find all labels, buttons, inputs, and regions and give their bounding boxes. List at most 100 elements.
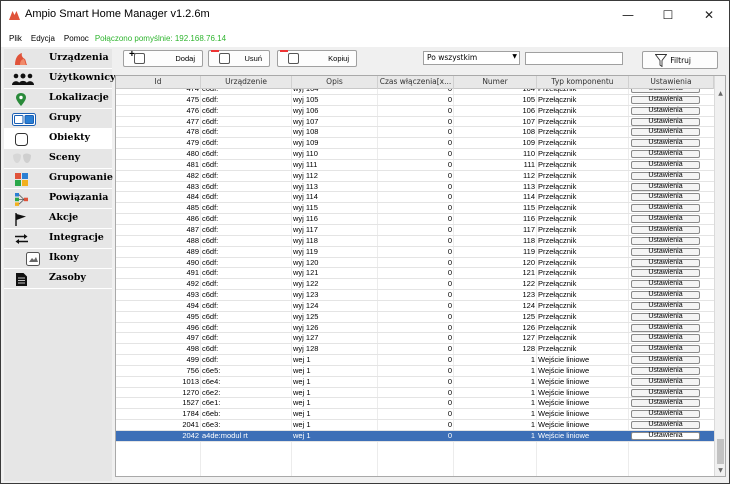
settings-button[interactable]: Ustawienia [631, 193, 700, 202]
settings-button[interactable]: Ustawienia [631, 421, 700, 430]
table-row[interactable]: 481 c6df: wyj 111 0 111 Przełącznik Ustawienia [116, 160, 714, 171]
settings-button[interactable]: Ustawienia [631, 95, 700, 104]
column-header-number[interactable]: Numer [454, 76, 537, 89]
close-button[interactable]: ✕ [694, 5, 724, 25]
column-header-device[interactable]: Urządzenie [201, 76, 292, 89]
table-row[interactable]: 496 c6df: wyj 126 0 126 Przełącznik Ustawienia [116, 323, 714, 334]
table-row[interactable]: 493 c6df: wyj 123 0 123 Przełącznik Ustawienia [116, 290, 714, 301]
table-row[interactable]: 1270 c6e2: wej 1 0 1 Wejście liniowe Ustawieni… [116, 388, 714, 399]
settings-button[interactable]: Ustawienia [631, 139, 700, 148]
settings-button[interactable]: Ustawienia [631, 150, 700, 159]
table-row[interactable]: 495 c6df: wyj 125 0 125 Przełącznik Ustawienia [116, 312, 714, 323]
menu-item-pomoc[interactable]: Pomoc [64, 34, 89, 43]
settings-button[interactable]: Ustawienia [631, 236, 700, 245]
settings-button[interactable]: Ustawienia [631, 128, 700, 137]
settings-button[interactable]: Ustawienia [631, 89, 700, 93]
settings-button[interactable]: Ustawienia [631, 247, 700, 256]
table-row[interactable]: 489 c6df: wyj 119 0 119 Przełącznik Ustawienia [116, 247, 714, 258]
table-row[interactable]: 490 c6df: wyj 120 0 120 Przełącznik Ustawienia [116, 258, 714, 269]
settings-button[interactable]: Ustawienia [631, 432, 700, 440]
table-row[interactable]: 498 c6df: wyj 128 0 128 Przełącznik Ustawienia [116, 344, 714, 356]
filter-input[interactable] [525, 52, 623, 65]
settings-button[interactable]: Ustawienia [631, 366, 700, 375]
sidebar-item-sceny[interactable]: Sceny [4, 149, 112, 169]
menu-item-plik[interactable]: Plik [9, 34, 22, 43]
table-row[interactable]: 492 c6df: wyj 122 0 122 Przełącznik Ustawienia [116, 279, 714, 291]
sidebar-item-zasoby[interactable]: Zasoby [4, 269, 112, 289]
sidebar-item-grupowanie[interactable]: Grupowanie [4, 169, 113, 189]
settings-button[interactable]: Ustawienia [631, 182, 700, 191]
vertical-scrollbar[interactable]: ▲ ▼ [714, 76, 725, 476]
settings-button[interactable]: Ustawienia [631, 323, 700, 332]
sidebar-item-urzadzenia[interactable]: Urządzenia [4, 49, 112, 69]
minimize-button[interactable]: — [613, 5, 643, 25]
table-row[interactable]: 1784 c6eb: wej 1 0 1 Wejście liniowe Ustawieni… [116, 409, 714, 421]
scrollbar-thumb[interactable] [717, 439, 724, 464]
table-row[interactable]: 1527 c6e1: wej 1 0 1 Wejście liniowe Ustawieni… [116, 398, 714, 410]
settings-button[interactable]: Ustawienia [631, 117, 700, 126]
table-row[interactable]: 485 c6df: wyj 115 0 115 Przełącznik Ustawienia [116, 203, 714, 215]
maximize-button[interactable]: ☐ [653, 5, 683, 25]
table-row[interactable]: 486 c6df: wyj 116 0 116 Przełącznik Ustawienia [116, 214, 714, 225]
column-header-component-type[interactable]: Typ komponentu [537, 76, 629, 89]
filter-field-select[interactable]: Po wszystkim ▼ [423, 51, 520, 65]
table-row[interactable]: 1013 c6e4: wej 1 0 1 Wejście liniowe Ustawieni… [116, 377, 714, 388]
table-row[interactable]: 487 c6df: wyj 117 0 117 Przełącznik Ustawienia [116, 225, 714, 236]
title-bar[interactable]: Ampio Smart Home Manager v1.2.6m — ☐ ✕ [1, 1, 729, 29]
settings-button[interactable]: Ustawienia [631, 106, 700, 115]
settings-button[interactable]: Ustawienia [631, 399, 700, 408]
table-row[interactable]: 475 c6df: wyj 105 0 105 Przełącznik Ustawienia [116, 95, 714, 106]
settings-button[interactable]: Ustawienia [631, 215, 700, 224]
table-row[interactable]: 497 c6df: wyj 127 0 127 Przełącznik Ustawienia [116, 333, 714, 345]
sidebar-item-grupy[interactable]: Grupy [4, 109, 112, 129]
column-header-settings[interactable]: Ustawienia [629, 76, 714, 89]
table-row[interactable]: 756 c6e5: wej 1 0 1 Wejście liniowe Ustawienia [116, 366, 714, 377]
table-row[interactable]: 484 c6df: wyj 114 0 114 Przełącznik Ustawienia [116, 192, 714, 204]
settings-button[interactable]: Ustawienia [631, 204, 700, 213]
sidebar-item-obiekty[interactable]: Obiekty [4, 129, 112, 149]
table-row[interactable]: 2042 a4de:modul rt wej 1 0 1 Wejście liniowe U… [116, 431, 714, 442]
settings-button[interactable]: Ustawienia [631, 312, 700, 321]
settings-button[interactable]: Ustawienia [631, 291, 700, 300]
sidebar-item-uzytkownicy[interactable]: Użytkownicy [4, 69, 116, 89]
settings-button[interactable]: Ustawienia [631, 280, 700, 289]
settings-button[interactable]: Ustawienia [631, 345, 700, 354]
settings-button[interactable]: Ustawienia [631, 301, 700, 310]
sidebar-item-lokalizacje[interactable]: Lokalizacje [4, 89, 112, 109]
table-row[interactable]: 478 c6df: wyj 108 0 108 Przełącznik Ustawienia [116, 127, 714, 139]
sidebar-item-ikony[interactable]: Ikony [4, 249, 112, 269]
table-row[interactable]: 488 c6df: wyj 118 0 118 Przełącznik Ustawienia [116, 236, 714, 247]
settings-button[interactable]: Ustawienia [631, 356, 700, 365]
settings-button[interactable]: Ustawienia [631, 377, 700, 386]
table-row[interactable]: 477 c6df: wyj 107 0 107 Przełącznik Ustawienia [116, 117, 714, 128]
table-row[interactable]: 494 c6df: wyj 124 0 124 Przełącznik Ustawienia [116, 301, 714, 312]
settings-button[interactable]: Ustawienia [631, 171, 700, 180]
sidebar-item-akcje[interactable]: Akcje [4, 209, 112, 229]
settings-button[interactable]: Ustawienia [631, 410, 700, 419]
add-button[interactable]: + Dodaj [123, 49, 203, 67]
scroll-down-icon[interactable]: ▼ [717, 467, 724, 474]
sidebar-item-powiazania[interactable]: Powiązania [4, 189, 112, 209]
delete-button[interactable]: Usuń [208, 50, 270, 67]
settings-button[interactable]: Ustawienia [631, 225, 700, 234]
table-row[interactable]: 2041 c6e3: wej 1 0 1 Wejście liniowe Ustawieni… [116, 420, 714, 431]
scroll-up-icon[interactable]: ▲ [717, 90, 724, 97]
column-header-id[interactable]: Id [116, 76, 201, 89]
settings-button[interactable]: Ustawienia [631, 258, 700, 267]
table-row[interactable]: 491 c6df: wyj 121 0 121 Przełącznik Ustawienia [116, 268, 714, 280]
table-row[interactable]: 480 c6df: wyj 110 0 110 Przełącznik Ustawienia [116, 149, 714, 160]
settings-button[interactable]: Ustawienia [631, 160, 700, 169]
menu-item-edycja[interactable]: Edycja [31, 34, 55, 43]
settings-button[interactable]: Ustawienia [631, 334, 700, 343]
column-header-on-time[interactable]: Czas włączenia[x... [378, 76, 454, 89]
settings-button[interactable]: Ustawienia [631, 388, 700, 397]
column-header-description[interactable]: Opis [292, 76, 378, 89]
copy-button[interactable]: Kopiuj [277, 50, 357, 67]
settings-button[interactable]: Ustawienia [631, 269, 700, 278]
table-row[interactable]: 476 c6df: wyj 106 0 106 Przełącznik Ustawienia [116, 106, 714, 117]
filter-button[interactable]: Filtruj [642, 51, 718, 69]
table-row[interactable]: 483 c6df: wyj 113 0 113 Przełącznik Ustawienia [116, 182, 714, 193]
sidebar-item-integracje[interactable]: Integracje [4, 229, 112, 249]
table-row[interactable]: 499 c6df: wej 1 0 1 Wejście liniowe Ustawienia [116, 355, 714, 366]
table-row[interactable]: 482 c6df: wyj 112 0 112 Przełącznik Ustawienia [116, 171, 714, 182]
